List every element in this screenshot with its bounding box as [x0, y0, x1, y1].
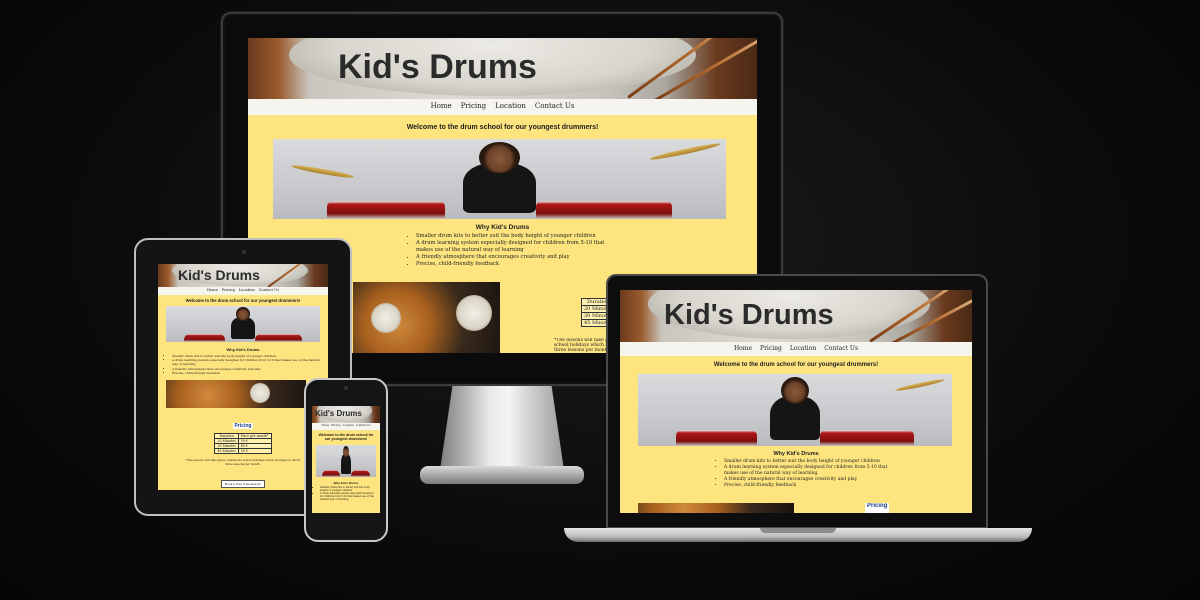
drum-kit-photo: [638, 503, 794, 513]
why-heading: Why Kid's Drums: [333, 480, 359, 485]
hero-banner: Kid's Drums: [620, 290, 972, 342]
drum-kit-photo: [353, 282, 500, 353]
why-list: Smaller drum kits to better suit the bod…: [724, 459, 894, 489]
kid-drummer-photo: [166, 306, 320, 342]
why-heading: Why Kid's Drums: [226, 347, 260, 352]
nav-home[interactable]: Home: [207, 288, 218, 295]
main-nav: Home Pricing Location Contact Us: [312, 423, 380, 430]
table-cell: 55 €: [237, 448, 272, 455]
why-heading: Why Kid's Drums: [773, 451, 819, 457]
kid-drummer-photo: [316, 444, 376, 477]
nav-pricing[interactable]: Pricing: [331, 424, 340, 430]
list-item: A drum learning system especially design…: [172, 358, 320, 366]
kid-drummer-photo: [273, 139, 726, 219]
pricing-note: *The lessons will take place outside the…: [185, 458, 301, 467]
list-item: Precise, child-friendly feedback: [724, 483, 894, 489]
kid-drummer-photo: [638, 374, 952, 446]
why-list: Smaller drum kits to better suit the bod…: [320, 486, 376, 501]
site-title: Kid's Drums: [315, 409, 362, 418]
nav-contact[interactable]: Contact Us: [824, 345, 858, 356]
nav-location[interactable]: Location: [239, 288, 255, 295]
monitor-stand: [440, 386, 564, 470]
tablet-screen: Kid's Drums Home Pricing Location Contac…: [158, 264, 328, 490]
list-item: A drum learning system especially design…: [416, 240, 606, 254]
main-nav: Home Pricing Location Contact Us: [248, 99, 757, 115]
table-cell: 45 Minutes: [214, 448, 239, 455]
main-nav: Home Pricing Location Contact Us: [158, 287, 328, 295]
site-title: Kid's Drums: [664, 299, 834, 331]
list-item: A drum learning system especially design…: [320, 492, 376, 501]
pricing-heading: Pricing: [865, 503, 890, 513]
welcome-heading: Welcome to the drum school for our young…: [406, 124, 599, 131]
hero-banner: Kid's Drums: [248, 38, 757, 99]
list-item: A drum learning system especially design…: [724, 465, 894, 477]
list-item: Precise, child-friendly feedback: [172, 371, 320, 375]
nav-pricing[interactable]: Pricing: [760, 345, 782, 356]
nav-pricing[interactable]: Pricing: [222, 288, 235, 295]
nav-pricing[interactable]: Pricing: [461, 102, 486, 115]
nav-contact[interactable]: Contact Us: [259, 288, 279, 295]
welcome-heading: Welcome to the drum school for our young…: [318, 433, 374, 442]
welcome-heading: Welcome to the drum school for our young…: [713, 362, 879, 368]
list-item: Precise, child-friendly feedback: [416, 261, 606, 268]
nav-location[interactable]: Location: [495, 102, 526, 115]
why-list: Smaller drum kits to better suit the bod…: [172, 354, 320, 375]
drum-kit-photo: [166, 380, 306, 409]
hero-banner: Kid's Drums: [312, 406, 380, 423]
table-cell: 20 Minutes: [214, 438, 239, 445]
phone-screen: Kid's Drums Home Pricing Location Contac…: [312, 406, 380, 513]
laptop-screen: Kid's Drums Home Pricing Location Contac…: [620, 290, 972, 513]
nav-home[interactable]: Home: [734, 345, 752, 356]
trial-lesson-button[interactable]: Book a free trial lesson!: [220, 480, 266, 489]
welcome-heading: Welcome to the drum school for our young…: [185, 298, 301, 303]
why-list: Smaller drum kits to better suit the bod…: [416, 233, 606, 268]
nav-location[interactable]: Location: [790, 345, 816, 356]
nav-home[interactable]: Home: [431, 102, 452, 115]
list-item: Smaller drum kits to better suit the bod…: [416, 233, 606, 240]
nav-contact[interactable]: Contact Us: [356, 424, 371, 430]
why-heading: Why Kid's Drums: [475, 224, 530, 231]
site-title: Kid's Drums: [178, 267, 260, 283]
nav-contact[interactable]: Contact Us: [535, 102, 575, 115]
monitor-base: [420, 466, 584, 484]
table-cell: 30 Minutes: [214, 443, 239, 450]
nav-location[interactable]: Location: [343, 424, 354, 430]
nav-home[interactable]: Home: [321, 424, 329, 430]
site-title: Kid's Drums: [338, 48, 537, 86]
main-nav: Home Pricing Location Contact Us: [620, 342, 972, 356]
hero-banner: Kid's Drums: [158, 264, 328, 287]
pricing-table: Duration Price per month* 20 Minutes 30 € …: [214, 433, 272, 455]
list-item: A friendly atmosphere that encourages cr…: [416, 254, 606, 261]
table-header: Price per month*: [237, 433, 272, 440]
pricing-heading: Pricing: [232, 423, 254, 430]
